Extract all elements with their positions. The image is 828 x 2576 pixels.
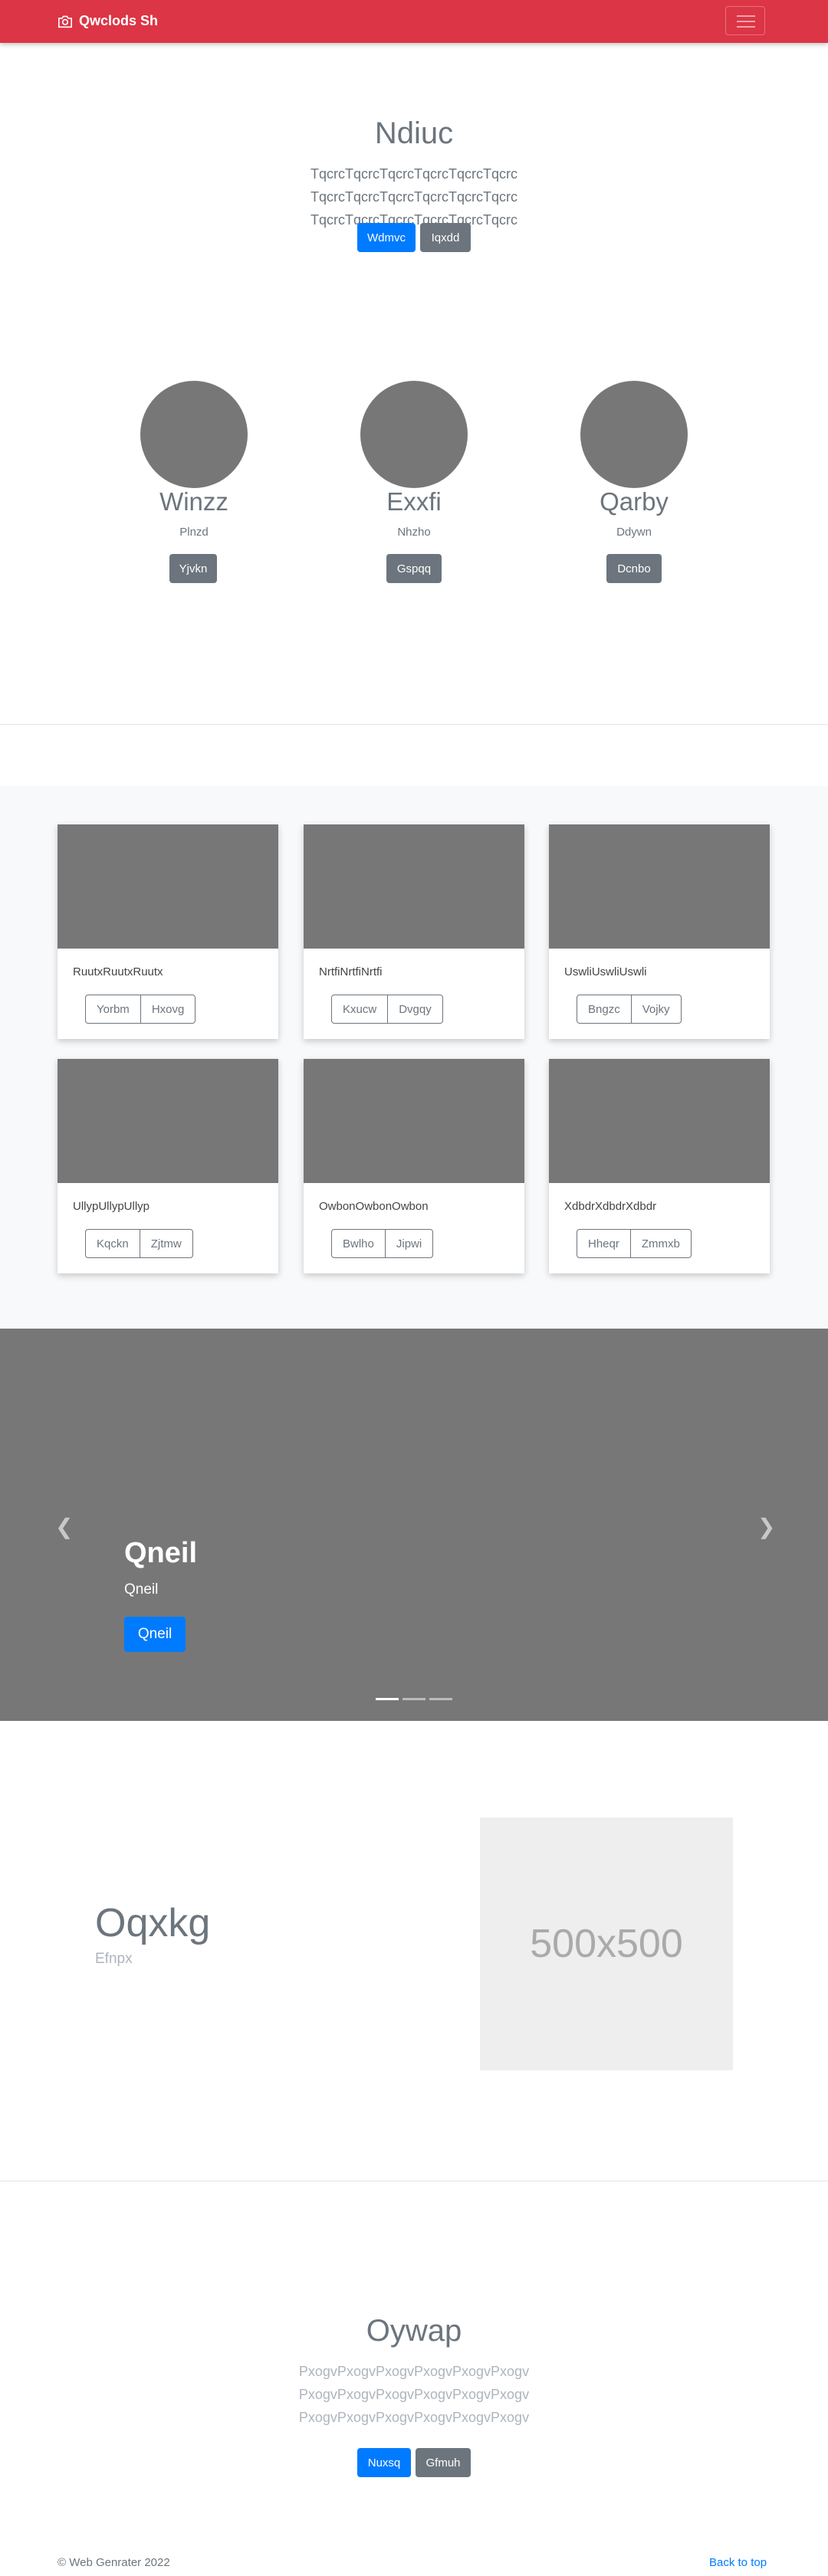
section-secondary-button[interactable]: Gfmuh bbox=[416, 2448, 471, 2477]
hero-primary-button[interactable]: Wdmvc bbox=[357, 223, 416, 252]
album-section: RuutxRuutxRuutx Yorbm Hxovg NrtfiNrtfiNr… bbox=[0, 786, 828, 1329]
member-role: Nhzho bbox=[397, 526, 431, 539]
carousel: ❮ ❯ Qneil Qneil Qneil bbox=[0, 1329, 828, 1721]
chevron-left-icon[interactable]: ❮ bbox=[55, 1514, 73, 1539]
carousel-indicator[interactable] bbox=[402, 1698, 426, 1700]
card-button-group: Bngzc Vojky bbox=[577, 995, 682, 1024]
card-button[interactable]: Vojky bbox=[631, 995, 682, 1024]
card-button-group: Kqckn Zjtmw bbox=[85, 1229, 193, 1258]
album-card: OwbonOwbonOwbon Bwlho Jipwi bbox=[304, 1059, 524, 1273]
brand-link[interactable]: Qwclods Sh bbox=[58, 13, 158, 29]
section-primary-button[interactable]: Nuxsq bbox=[357, 2448, 411, 2477]
card-button-group: Hheqr Zmmxb bbox=[577, 1229, 692, 1258]
member-button[interactable]: Yjvkn bbox=[169, 554, 217, 583]
feature-subtitle: Efnpx bbox=[95, 1951, 133, 1967]
card-button[interactable]: Hxovg bbox=[140, 995, 196, 1024]
card-button[interactable]: Jipwi bbox=[385, 1229, 434, 1258]
navbar: Qwclods Sh bbox=[0, 0, 828, 43]
avatar bbox=[580, 381, 688, 488]
member-role: Ddywn bbox=[616, 526, 652, 539]
card-button[interactable]: Kqckn bbox=[85, 1229, 140, 1258]
card-button[interactable]: Bwlho bbox=[331, 1229, 386, 1258]
hero-title: Ndiuc bbox=[374, 116, 454, 150]
album-card: NrtfiNrtfiNrtfi Kxucw Dvgqy bbox=[304, 824, 524, 1039]
card-button[interactable]: Zjtmw bbox=[140, 1229, 193, 1258]
member-name: Exxfi bbox=[386, 487, 442, 516]
card-thumbnail bbox=[304, 1059, 524, 1183]
card-text: NrtfiNrtfiNrtfi bbox=[319, 965, 383, 978]
carousel-indicator[interactable] bbox=[376, 1698, 399, 1700]
avatar bbox=[360, 381, 468, 488]
carousel-indicator[interactable] bbox=[429, 1698, 452, 1700]
card-text: OwbonOwbonOwbon bbox=[319, 1200, 429, 1213]
feature-title: Oqxkg bbox=[95, 1901, 211, 1945]
card-button[interactable]: Bngzc bbox=[577, 995, 632, 1024]
card-thumbnail bbox=[549, 1059, 770, 1183]
card-button[interactable]: Hheqr bbox=[577, 1229, 631, 1258]
feature-image-placeholder: 500x500 bbox=[480, 1817, 733, 2070]
album-card: XdbdrXdbdrXdbdr Hheqr Zmmxb bbox=[549, 1059, 770, 1273]
avatar bbox=[140, 381, 248, 488]
card-thumbnail bbox=[549, 824, 770, 949]
card-button[interactable]: Dvgqy bbox=[388, 995, 443, 1024]
carousel-caption-subtitle: Qneil bbox=[124, 1581, 159, 1598]
carousel-caption-title: Qneil bbox=[124, 1537, 198, 1569]
card-text: UllypUllypUllyp bbox=[73, 1200, 150, 1213]
section-lead: PxogvPxogvPxogvPxogvPxogvPxogv PxogvPxog… bbox=[298, 2364, 530, 2425]
member-button[interactable]: Gspqq bbox=[386, 554, 442, 583]
card-thumbnail bbox=[304, 824, 524, 949]
member-role: Plnzd bbox=[179, 526, 209, 539]
album-card: UllypUllypUllyp Kqckn Zjtmw bbox=[58, 1059, 278, 1273]
card-text: XdbdrXdbdrXdbdr bbox=[564, 1200, 657, 1213]
member-button[interactable]: Dcnbo bbox=[606, 554, 662, 583]
card-text: RuutxRuutxRuutx bbox=[73, 965, 163, 978]
footer-copyright: © Web Genrater 2022 bbox=[58, 2556, 170, 2569]
member-name: Winzz bbox=[159, 487, 228, 516]
back-to-top-link[interactable]: Back to top bbox=[709, 2556, 767, 2569]
section-title: Oywap bbox=[366, 2314, 462, 2348]
hero-secondary-button[interactable]: Iqxdd bbox=[420, 223, 471, 252]
card-thumbnail bbox=[58, 824, 278, 949]
album-card: UswliUswliUswli Bngzc Vojky bbox=[549, 824, 770, 1039]
card-thumbnail bbox=[58, 1059, 278, 1183]
card-button-group: Yorbm Hxovg bbox=[85, 995, 196, 1024]
camera-icon bbox=[58, 15, 72, 28]
member-name: Qarby bbox=[600, 487, 669, 516]
brand-name: Qwclods Sh bbox=[79, 13, 159, 28]
navbar-toggler[interactable] bbox=[725, 6, 765, 35]
hero-lead: TqcrcTqcrcTqcrcTqcrcTqcrcTqcrc TqcrcTqcr… bbox=[310, 166, 518, 228]
card-button[interactable]: Zmmxb bbox=[630, 1229, 692, 1258]
chevron-right-icon[interactable]: ❯ bbox=[757, 1514, 775, 1539]
card-button[interactable]: Yorbm bbox=[85, 995, 141, 1024]
card-text: UswliUswliUswli bbox=[564, 965, 647, 978]
divider bbox=[0, 724, 828, 725]
card-button-group: Bwlho Jipwi bbox=[331, 1229, 434, 1258]
carousel-button[interactable]: Qneil bbox=[124, 1617, 186, 1652]
card-button-group: Kxucw Dvgqy bbox=[331, 995, 443, 1024]
card-button[interactable]: Kxucw bbox=[331, 995, 389, 1024]
album-card: RuutxRuutxRuutx Yorbm Hxovg bbox=[58, 824, 278, 1039]
